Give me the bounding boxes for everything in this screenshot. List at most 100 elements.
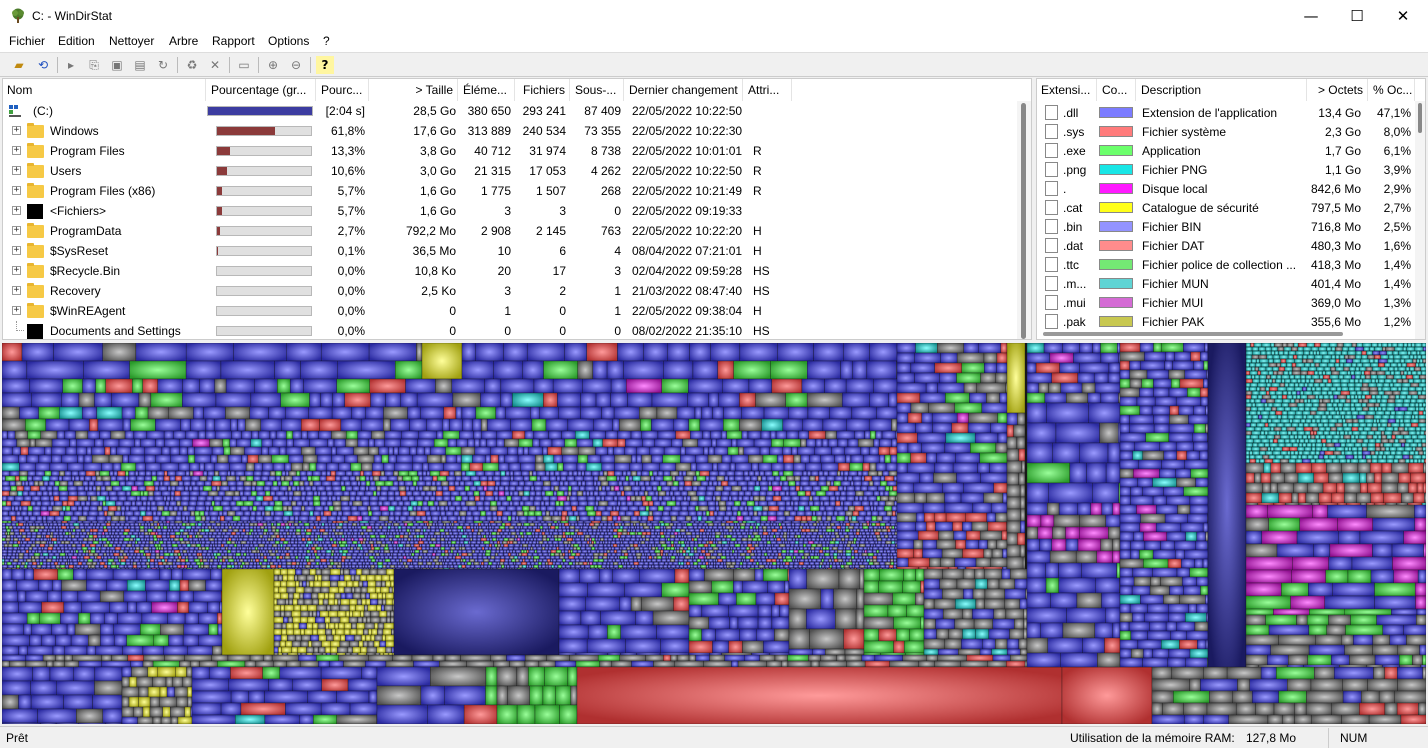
treemap-tile[interactable] [731,505,740,512]
treemap-tile[interactable] [43,522,48,527]
treemap-tile[interactable] [253,543,259,548]
treemap-tile[interactable] [814,528,819,533]
treemap-tile[interactable] [130,490,141,497]
treemap-tile[interactable] [436,505,441,512]
treemap-tile[interactable] [178,537,184,542]
treemap-tile[interactable] [463,528,466,533]
treemap-tile[interactable] [706,540,710,545]
treemap-tile[interactable] [244,470,254,477]
treemap-tile[interactable] [440,540,446,545]
treemap-tile[interactable] [248,505,253,512]
treemap-tile[interactable] [609,528,614,533]
treemap-tile[interactable] [91,454,110,464]
treemap-tile[interactable] [456,552,459,557]
treemap-tile[interactable] [154,549,160,554]
treemap-tile[interactable] [228,537,232,542]
treemap-tile[interactable] [102,500,106,507]
treemap-tile[interactable] [74,475,80,482]
treemap-tile[interactable] [163,522,167,527]
treemap-tile[interactable] [877,546,884,551]
treemap-tile[interactable] [844,515,849,522]
treemap-tile[interactable] [753,485,761,492]
treemap-tile[interactable] [541,495,550,502]
treemap-tile[interactable] [267,537,271,542]
treemap-tile[interactable] [422,552,427,557]
treemap-tile[interactable] [473,525,477,530]
treemap-tile[interactable] [712,480,718,487]
treemap-tile[interactable] [636,454,643,464]
treemap-tile[interactable] [749,546,755,551]
treemap-tile[interactable] [123,500,132,507]
treemap-tile[interactable] [708,446,715,456]
treemap-tile[interactable] [26,520,35,524]
treemap-tile[interactable] [48,480,55,487]
treemap-tile[interactable] [734,470,744,477]
treemap-tile[interactable] [784,537,788,542]
treemap-tile[interactable] [115,534,121,539]
treemap-tile[interactable] [862,522,868,527]
treemap-tile[interactable] [189,540,194,545]
treemap-tile[interactable] [827,522,831,527]
treemap-tile[interactable] [751,543,755,548]
treemap-tile[interactable] [271,454,289,464]
treemap-tile[interactable] [610,392,628,408]
treemap-tile[interactable] [187,454,196,464]
treemap-tile[interactable] [22,490,29,497]
treemap-tile[interactable] [771,438,784,448]
treemap-tile[interactable] [49,534,54,539]
treemap-tile[interactable] [620,515,631,522]
treemap-tile[interactable] [627,552,633,557]
treemap-tile[interactable] [715,537,722,542]
treemap-tile[interactable] [465,528,472,533]
treemap-tile[interactable] [394,525,399,530]
treemap-tile[interactable] [472,531,478,536]
treemap-tile[interactable] [321,540,325,545]
treemap-tile[interactable] [156,475,165,482]
treemap-tile[interactable] [793,528,799,533]
treemap-tile[interactable] [433,534,437,539]
treemap-tile[interactable] [376,540,383,545]
treemap-tile[interactable] [828,546,833,551]
treemap-tile[interactable] [836,515,846,522]
treemap-tile[interactable] [79,531,83,536]
treemap-tile[interactable] [510,418,533,432]
treemap-tile[interactable] [102,540,107,545]
treemap-tile[interactable] [51,549,58,554]
treemap-tile[interactable] [654,543,658,548]
treemap-tile[interactable] [272,480,278,487]
treemap-tile[interactable] [651,454,663,464]
treemap-tile[interactable] [47,537,50,542]
treemap-tile[interactable] [31,534,37,539]
treemap-tile[interactable] [757,475,762,482]
treemap-tile[interactable] [461,552,468,557]
treemap-tile[interactable] [94,392,112,408]
treemap-tile[interactable] [451,528,458,533]
treemap-tile[interactable] [807,406,830,420]
treemap-tile[interactable] [608,480,619,487]
treemap-tile[interactable] [445,454,457,464]
treemap-tile[interactable] [701,525,706,530]
treemap-tile[interactable] [360,495,370,502]
treemap-tile[interactable] [804,510,813,517]
treemap-tile[interactable] [582,378,612,394]
treemap-tile[interactable] [89,531,93,536]
treemap-tile[interactable] [406,515,416,522]
treemap-tile[interactable] [83,454,93,464]
treemap-tile[interactable] [195,505,206,512]
treemap-tile[interactable] [272,495,280,502]
treemap-tile[interactable] [2,505,12,512]
treemap-tile[interactable] [255,485,264,492]
treemap-tile[interactable] [491,531,497,536]
treemap-tile[interactable] [845,549,852,554]
treemap-tile[interactable] [316,454,332,464]
treemap-tile[interactable] [97,534,102,539]
treemap-tile[interactable] [610,485,615,492]
treemap-tile[interactable] [738,446,744,456]
treemap-tile[interactable] [227,510,236,517]
treemap-tile[interactable] [612,418,620,432]
treemap-tile[interactable] [324,528,329,533]
treemap-tile[interactable] [557,534,563,539]
treemap-tile[interactable] [738,520,743,524]
treemap-tile[interactable] [112,462,122,472]
treemap-tile[interactable] [5,522,12,527]
